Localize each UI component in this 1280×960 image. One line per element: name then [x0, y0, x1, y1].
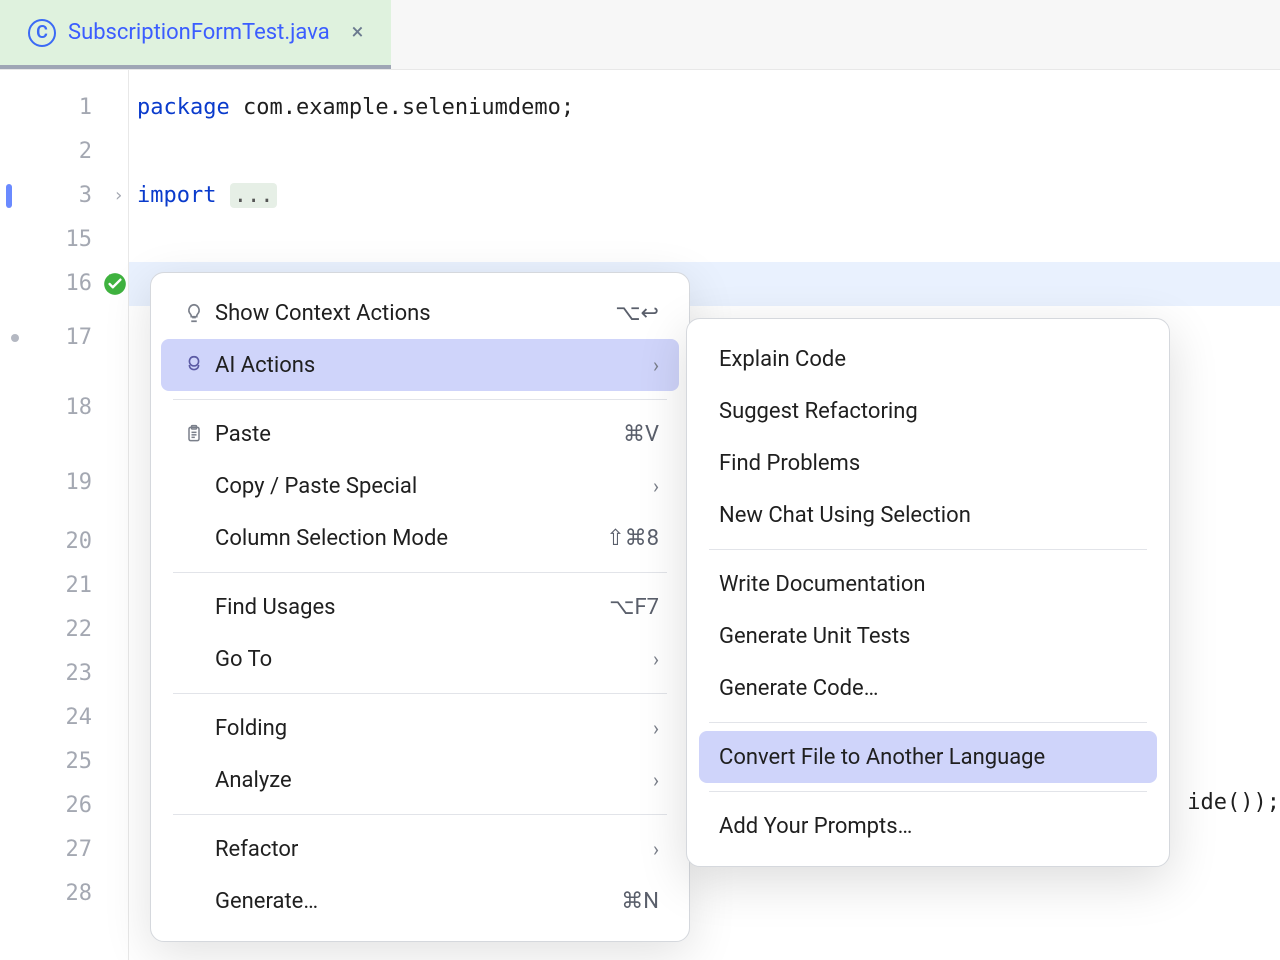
chevron-right-icon: ›	[653, 768, 659, 792]
file-tab[interactable]: C SubscriptionFormTest.java ×	[0, 0, 391, 69]
submenu-gen-tests[interactable]: Generate Unit Tests	[699, 610, 1157, 662]
menu-label: Analyze	[209, 768, 653, 793]
submenu-label: Add Your Prompts…	[719, 814, 912, 839]
menu-paste[interactable]: Paste ⌘V	[161, 408, 679, 460]
menu-find-usages[interactable]: Find Usages ⌥F7	[161, 581, 679, 633]
submenu-label: Explain Code	[719, 347, 846, 372]
submenu-separator	[709, 549, 1147, 550]
menu-shortcut: ⌘V	[623, 422, 659, 447]
menu-shortcut: ⇧⌘8	[606, 526, 659, 551]
submenu-label: Suggest Refactoring	[719, 399, 918, 424]
submenu-label: New Chat Using Selection	[719, 503, 971, 528]
chevron-right-icon: ›	[653, 647, 659, 671]
line-number: 25	[0, 740, 128, 784]
line-number: 19	[0, 446, 128, 520]
line-number: 16	[0, 262, 128, 306]
chevron-right-icon: ›	[653, 716, 659, 740]
code-line: import ...	[137, 174, 1280, 218]
submenu-add-prompts[interactable]: Add Your Prompts…	[699, 800, 1157, 852]
line-number: 1	[0, 86, 128, 130]
line-number: 3›	[0, 174, 128, 218]
submenu-convert-file[interactable]: Convert File to Another Language	[699, 731, 1157, 783]
line-number: 23	[0, 652, 128, 696]
submenu-gen-code[interactable]: Generate Code…	[699, 662, 1157, 714]
line-number: 27	[0, 828, 128, 872]
ai-actions-submenu: Explain Code Suggest Refactoring Find Pr…	[686, 318, 1170, 867]
submenu-explain-code[interactable]: Explain Code	[699, 333, 1157, 385]
fold-icon[interactable]: ›	[113, 174, 124, 218]
folded-region[interactable]: ...	[230, 183, 278, 208]
line-number: 15	[0, 218, 128, 262]
menu-label: Column Selection Mode	[209, 526, 606, 551]
chevron-right-icon: ›	[653, 837, 659, 861]
gutter: 1 2 3› 15 16 17 18 19 20 21 22 23 24 25 …	[0, 70, 128, 960]
submenu-new-chat[interactable]: New Chat Using Selection	[699, 489, 1157, 541]
menu-shortcut: ⌥↩	[615, 301, 659, 326]
menu-column-selection[interactable]: Column Selection Mode ⇧⌘8	[161, 512, 679, 564]
submenu-separator	[709, 722, 1147, 723]
menu-label: Folding	[209, 716, 653, 741]
submenu-find-problems[interactable]: Find Problems	[699, 437, 1157, 489]
code-line	[137, 218, 1280, 262]
menu-label: AI Actions	[209, 353, 653, 378]
chevron-right-icon: ›	[653, 474, 659, 498]
submenu-write-docs[interactable]: Write Documentation	[699, 558, 1157, 610]
submenu-label: Generate Unit Tests	[719, 624, 910, 649]
menu-copy-paste-special[interactable]: Copy / Paste Special ›	[161, 460, 679, 512]
submenu-label: Write Documentation	[719, 572, 926, 597]
menu-separator	[173, 572, 667, 573]
submenu-label: Find Problems	[719, 451, 860, 476]
menu-folding[interactable]: Folding ›	[161, 702, 679, 754]
line-number: 24	[0, 696, 128, 740]
submenu-label: Generate Code…	[719, 676, 878, 701]
menu-label: Find Usages	[209, 595, 609, 620]
menu-ai-actions[interactable]: AI Actions ›	[161, 339, 679, 391]
menu-label: Show Context Actions	[209, 301, 615, 326]
bulb-icon	[179, 302, 209, 324]
menu-separator	[173, 399, 667, 400]
menu-analyze[interactable]: Analyze ›	[161, 754, 679, 806]
close-icon[interactable]: ×	[342, 20, 364, 45]
line-number: 21	[0, 564, 128, 608]
menu-label: Refactor	[209, 837, 653, 862]
submenu-suggest-refactoring[interactable]: Suggest Refactoring	[699, 385, 1157, 437]
line-number: 17	[0, 306, 128, 370]
class-icon: C	[28, 19, 56, 47]
line-number: 26	[0, 784, 128, 828]
menu-label: Paste	[209, 422, 623, 447]
tab-bar: C SubscriptionFormTest.java ×	[0, 0, 1280, 70]
menu-goto[interactable]: Go To ›	[161, 633, 679, 685]
menu-separator	[173, 814, 667, 815]
menu-show-context-actions[interactable]: Show Context Actions ⌥↩	[161, 287, 679, 339]
code-line	[137, 130, 1280, 174]
clipboard-icon	[179, 423, 209, 445]
tab-title: SubscriptionFormTest.java	[68, 20, 330, 45]
menu-shortcut: ⌥F7	[609, 595, 659, 620]
line-number: 2	[0, 130, 128, 174]
submenu-label: Convert File to Another Language	[719, 745, 1045, 770]
menu-label: Copy / Paste Special	[209, 474, 653, 499]
line-number: 28	[0, 872, 128, 916]
menu-shortcut: ⌘N	[621, 889, 659, 914]
code-fragment: ide());	[1187, 790, 1280, 815]
line-number: 20	[0, 520, 128, 564]
run-test-icon[interactable]	[102, 271, 128, 297]
line-number: 18	[0, 370, 128, 446]
code-line: package com.example.seleniumdemo;	[137, 86, 1280, 130]
menu-generate[interactable]: Generate… ⌘N	[161, 875, 679, 927]
menu-refactor[interactable]: Refactor ›	[161, 823, 679, 875]
ai-icon	[179, 354, 209, 376]
menu-separator	[173, 693, 667, 694]
menu-label: Generate…	[209, 889, 621, 914]
menu-label: Go To	[209, 647, 653, 672]
submenu-separator	[709, 791, 1147, 792]
context-menu: Show Context Actions ⌥↩ AI Actions › Pas…	[150, 272, 690, 942]
chevron-right-icon: ›	[653, 353, 659, 377]
line-number: 22	[0, 608, 128, 652]
